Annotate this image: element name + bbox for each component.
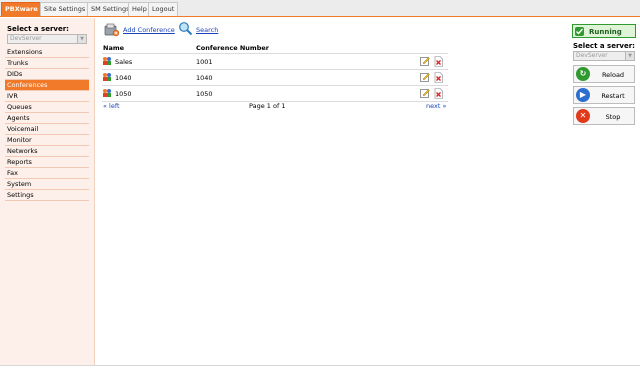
conference-name: 1050 xyxy=(115,90,132,98)
check-icon xyxy=(575,27,584,36)
sidebar-item-fax[interactable]: Fax xyxy=(5,168,89,179)
add-conference-icon[interactable] xyxy=(104,22,119,37)
server-select-value: DevServer xyxy=(10,35,42,42)
conference-number: 1050 xyxy=(196,90,213,98)
status-text: Running xyxy=(589,28,622,36)
conference-name: 1040 xyxy=(115,74,132,82)
status-bar xyxy=(0,365,640,383)
sidebar-item-monitor[interactable]: Monitor xyxy=(5,135,89,146)
server-select[interactable]: DevServer ▼ xyxy=(7,34,87,44)
restart-icon: ▶ xyxy=(576,88,590,102)
sidebar-item-reports[interactable]: Reports xyxy=(5,157,89,168)
right-server-select[interactable]: DevServer ▼ xyxy=(573,51,635,61)
table-row[interactable]: 1040 1040 xyxy=(102,70,448,86)
conference-name: Sales xyxy=(115,58,133,66)
stop-button[interactable]: ✕ Stop xyxy=(573,107,635,125)
sidebar-item-queues[interactable]: Queues xyxy=(5,102,89,113)
add-conference-link[interactable]: Add Conference xyxy=(123,26,175,34)
table-row[interactable]: 1050 1050 xyxy=(102,86,448,102)
search-link[interactable]: Search xyxy=(196,26,218,34)
chevron-down-icon: ▼ xyxy=(77,35,86,43)
conference-number: 1001 xyxy=(196,58,213,66)
table-row[interactable]: Sales 1001 xyxy=(102,54,448,70)
tab-pbxware[interactable]: PBXware xyxy=(1,2,42,16)
tab-site-settings[interactable]: Site Settings xyxy=(40,2,90,16)
search-icon[interactable] xyxy=(178,21,193,36)
sidebar-item-voicemail[interactable]: Voicemail xyxy=(5,124,89,135)
stop-button-label: Stop xyxy=(605,113,621,121)
column-header-name: Name xyxy=(103,44,125,52)
main-content: Add Conference Search Name Conference Nu… xyxy=(98,18,568,365)
edit-icon[interactable] xyxy=(420,56,430,66)
sidebar: Select a server: DevServer ▼ Extensions … xyxy=(0,18,95,365)
conference-icon xyxy=(103,89,111,97)
sidebar-item-networks[interactable]: Networks xyxy=(5,146,89,157)
reload-button[interactable]: ↻ Reload xyxy=(573,65,635,83)
delete-icon[interactable] xyxy=(434,72,443,83)
delete-icon[interactable] xyxy=(434,56,443,67)
edit-icon[interactable] xyxy=(420,72,430,82)
right-server-select-value: DevServer xyxy=(576,52,608,59)
stop-icon: ✕ xyxy=(576,109,590,123)
tab-sm-settings[interactable]: SM Settings xyxy=(87,2,134,16)
conference-number: 1040 xyxy=(196,74,213,82)
pager-next-link[interactable]: next » xyxy=(426,102,446,110)
sidebar-item-trunks[interactable]: Trunks xyxy=(5,58,89,69)
top-nav: PBXware Site Settings SM Settings Help L… xyxy=(0,0,640,17)
edit-icon[interactable] xyxy=(420,88,430,98)
pager-info: Page 1 of 1 xyxy=(249,102,286,110)
status-badge: Running xyxy=(572,24,636,38)
right-server-select-title: Select a server: xyxy=(573,42,635,50)
sidebar-item-conferences[interactable]: Conferences xyxy=(5,80,89,91)
sidebar-item-ivr[interactable]: IVR xyxy=(5,91,89,102)
tab-logout[interactable]: Logout xyxy=(148,2,179,16)
chevron-down-icon: ▼ xyxy=(625,52,634,60)
sidebar-item-system[interactable]: System xyxy=(5,179,89,190)
restart-button-label: Restart xyxy=(601,92,625,100)
restart-button[interactable]: ▶ Restart xyxy=(573,86,635,104)
sidebar-item-dids[interactable]: DIDs xyxy=(5,69,89,80)
conference-icon xyxy=(103,57,111,65)
reload-icon: ↻ xyxy=(576,67,590,81)
delete-icon[interactable] xyxy=(434,88,443,99)
sidebar-nav: Extensions Trunks DIDs Conferences IVR Q… xyxy=(5,47,89,201)
pager-prev-link[interactable]: « left xyxy=(103,102,120,110)
column-header-conference-number: Conference Number xyxy=(196,44,269,52)
sidebar-item-extensions[interactable]: Extensions xyxy=(5,47,89,58)
sidebar-item-settings[interactable]: Settings xyxy=(5,190,89,201)
conference-icon xyxy=(103,73,111,81)
sidebar-item-agents[interactable]: Agents xyxy=(5,113,89,124)
reload-button-label: Reload xyxy=(601,71,625,79)
server-select-title: Select a server: xyxy=(7,25,69,33)
